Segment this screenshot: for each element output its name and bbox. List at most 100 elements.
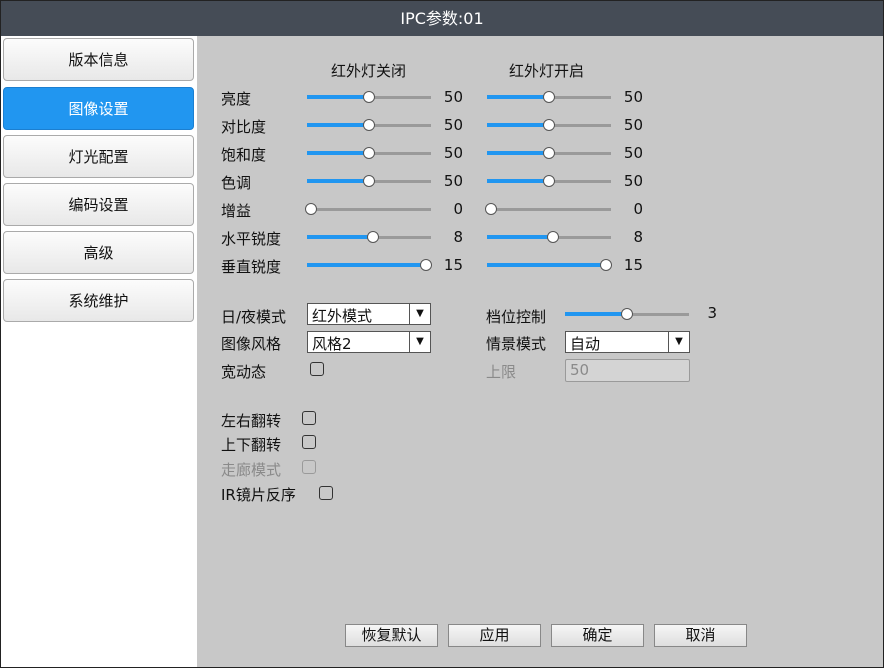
- ir-lens-reverse-label: IR镜片反序: [221, 486, 296, 504]
- cancel-button[interactable]: 取消: [654, 624, 747, 647]
- slider-handle[interactable]: [543, 119, 555, 131]
- apply-button[interactable]: 应用: [448, 624, 541, 647]
- slider-handle[interactable]: [363, 91, 375, 103]
- slider-handle[interactable]: [363, 175, 375, 187]
- upper-limit-field: 50: [565, 359, 690, 382]
- ir-off-value: 50: [443, 116, 463, 134]
- column-header-ir-on: 红外灯开启: [509, 62, 585, 80]
- wdr-checkbox[interactable]: [310, 362, 324, 376]
- slider-fill: [487, 179, 549, 183]
- ir-off-slider[interactable]: [304, 203, 431, 215]
- ir-lens-reverse-checkbox[interactable]: [319, 486, 333, 500]
- chevron-down-icon: ▼: [409, 304, 430, 324]
- slider-handle[interactable]: [363, 147, 375, 159]
- adjust-row-label: 水平锐度: [221, 230, 282, 248]
- ir-off-slider[interactable]: [307, 231, 431, 243]
- sidebar-item-light-config[interactable]: 灯光配置: [3, 135, 194, 178]
- slider-handle[interactable]: [484, 203, 497, 215]
- ir-on-slider[interactable]: [487, 259, 613, 271]
- column-header-ir-off: 红外灯关闭: [331, 62, 407, 80]
- adjust-row-label: 垂直锐度: [221, 258, 282, 276]
- gear-control-value: 3: [707, 304, 717, 322]
- ir-on-value: 8: [633, 228, 643, 246]
- ir-off-value: 0: [453, 200, 463, 218]
- sidebar-item-version-info[interactable]: 版本信息: [3, 38, 194, 81]
- ir-on-value: 0: [633, 200, 643, 218]
- sidebar-item-advanced[interactable]: 高级: [3, 231, 194, 274]
- sidebar-item-image-settings[interactable]: 图像设置: [3, 87, 194, 130]
- ipc-params-window: IPC参数:01 版本信息 图像设置 灯光配置 编码设置 高级 系统维护 红外灯…: [0, 0, 884, 668]
- ir-off-slider[interactable]: [307, 91, 431, 103]
- chevron-down-icon: ▼: [409, 332, 430, 352]
- day-night-mode-select[interactable]: 红外模式 ▼: [307, 303, 431, 325]
- slider-fill: [307, 179, 369, 183]
- ir-off-value: 50: [443, 144, 463, 162]
- day-night-mode-value: 红外模式: [312, 307, 373, 325]
- flip-horizontal-checkbox[interactable]: [302, 411, 316, 425]
- slider-fill: [307, 151, 369, 155]
- restore-default-button[interactable]: 恢复默认: [345, 624, 438, 647]
- flip-vertical-label: 上下翻转: [221, 436, 282, 454]
- sidebar: 版本信息 图像设置 灯光配置 编码设置 高级 系统维护: [1, 36, 197, 667]
- ir-off-slider[interactable]: [307, 119, 431, 131]
- ir-off-value: 50: [443, 172, 463, 190]
- slider-fill: [307, 123, 369, 127]
- corridor-mode-label: 走廊模式: [221, 461, 282, 479]
- flip-horizontal-label: 左右翻转: [221, 412, 282, 430]
- ir-on-slider[interactable]: [484, 203, 611, 215]
- sidebar-item-encode-settings[interactable]: 编码设置: [3, 183, 194, 226]
- adjust-row-label: 饱和度: [221, 146, 267, 164]
- slider-handle[interactable]: [621, 308, 633, 320]
- ir-off-slider[interactable]: [307, 259, 433, 271]
- slider-fill: [307, 95, 369, 99]
- upper-limit-label: 上限: [486, 363, 517, 381]
- slider-track: [487, 208, 611, 211]
- slider-fill: [487, 263, 607, 267]
- adjust-row-label: 色调: [221, 174, 252, 192]
- wdr-label: 宽动态: [221, 363, 267, 381]
- ir-off-slider[interactable]: [307, 175, 431, 187]
- slider-fill: [307, 263, 427, 267]
- ir-on-slider[interactable]: [487, 231, 611, 243]
- image-style-label: 图像风格: [221, 335, 282, 353]
- slider-fill: [487, 235, 554, 239]
- ir-on-slider[interactable]: [487, 91, 611, 103]
- slider-handle[interactable]: [543, 175, 555, 187]
- window-title: IPC参数:01: [1, 1, 883, 36]
- ir-on-value: 50: [623, 88, 643, 106]
- flip-vertical-checkbox[interactable]: [302, 435, 316, 449]
- slider-handle[interactable]: [547, 231, 560, 243]
- slider-fill: [307, 235, 374, 239]
- ir-on-value: 50: [623, 172, 643, 190]
- ir-on-value: 50: [623, 144, 643, 162]
- ir-on-slider[interactable]: [487, 147, 611, 159]
- slider-handle[interactable]: [304, 203, 317, 215]
- sidebar-item-system-maintenance[interactable]: 系统维护: [3, 279, 194, 322]
- ir-off-value: 8: [453, 228, 463, 246]
- slider-fill: [565, 312, 627, 316]
- adjust-row-label: 亮度: [221, 90, 252, 108]
- gear-control-slider[interactable]: [565, 308, 689, 320]
- slider-handle[interactable]: [543, 91, 555, 103]
- chevron-down-icon: ▼: [668, 332, 689, 352]
- ir-on-slider[interactable]: [487, 119, 611, 131]
- slider-handle[interactable]: [363, 119, 375, 131]
- day-night-mode-label: 日/夜模式: [221, 308, 287, 326]
- slider-track: [307, 208, 431, 211]
- slider-handle[interactable]: [600, 259, 613, 271]
- ir-on-value: 50: [623, 116, 643, 134]
- slider-fill: [487, 123, 549, 127]
- slider-handle[interactable]: [367, 231, 380, 243]
- slider-handle[interactable]: [420, 259, 433, 271]
- image-settings-panel: 红外灯关闭 红外灯开启 亮度 50 50 对比度 50 50 饱和度 50 50 色调 50 50 增益…: [197, 36, 883, 667]
- ir-off-slider[interactable]: [307, 147, 431, 159]
- ok-button[interactable]: 确定: [551, 624, 644, 647]
- adjust-row-label: 对比度: [221, 118, 267, 136]
- scene-mode-label: 情景模式: [486, 335, 547, 353]
- ir-off-value: 15: [443, 256, 463, 274]
- scene-mode-select[interactable]: 自动 ▼: [565, 331, 690, 353]
- image-style-select[interactable]: 风格2 ▼: [307, 331, 431, 353]
- slider-handle[interactable]: [543, 147, 555, 159]
- slider-fill: [487, 95, 549, 99]
- ir-on-slider[interactable]: [487, 175, 611, 187]
